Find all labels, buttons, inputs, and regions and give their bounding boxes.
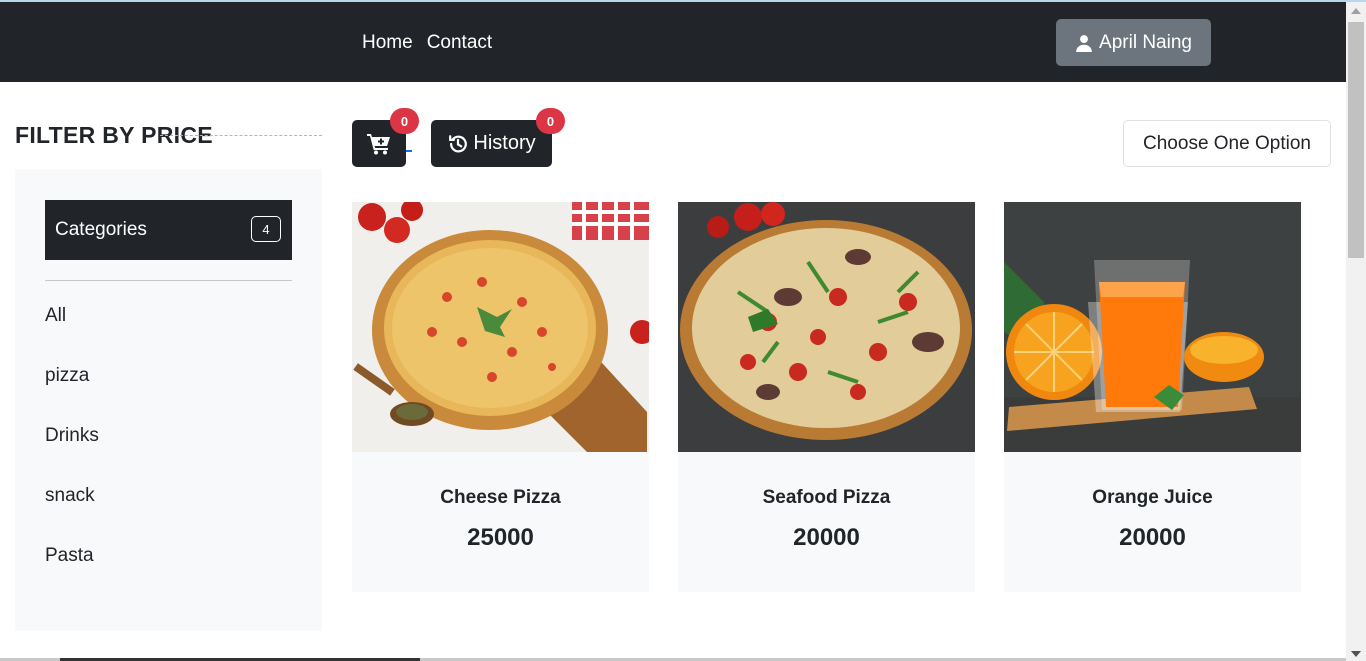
orange-juice-image (1004, 202, 1301, 452)
category-list: All pizza Drinks snack Pasta (45, 305, 99, 605)
categories-count-badge: 4 (251, 216, 281, 242)
product-card[interactable]: Cheese Pizza 25000 (352, 202, 649, 592)
cart-count-badge: 0 (390, 108, 419, 134)
product-name: Seafood Pizza (762, 487, 891, 508)
history-icon (449, 134, 468, 152)
scroll-down-arrow-icon[interactable] (1351, 651, 1361, 657)
categories-label: Categories (55, 219, 147, 240)
scroll-thumb[interactable] (1348, 22, 1364, 258)
nav-links: Home Contact (362, 32, 492, 54)
cart-link-underline (406, 150, 412, 152)
history-count-badge: 0 (536, 108, 565, 134)
category-divider (45, 280, 292, 281)
user-name: April Naing (1099, 31, 1192, 53)
product-price: 25000 (467, 524, 534, 551)
seafood-pizza-image (678, 202, 975, 452)
top-navbar: Home Contact April Naing (0, 2, 1346, 82)
category-item-drinks[interactable]: Drinks (45, 425, 99, 485)
scroll-up-arrow-icon[interactable] (1351, 8, 1361, 14)
product-price: 20000 (1119, 524, 1186, 551)
category-item-all[interactable]: All (45, 305, 99, 365)
categories-header: Categories 4 (45, 200, 292, 260)
user-icon (1076, 34, 1092, 52)
history-button[interactable]: History (431, 120, 552, 167)
category-item-pizza[interactable]: pizza (45, 365, 99, 425)
filter-title-divider (160, 135, 322, 136)
product-name: Cheese Pizza (440, 487, 561, 508)
product-card[interactable]: Seafood Pizza 20000 (678, 202, 975, 592)
cheese-pizza-image (352, 202, 649, 452)
history-label: History (473, 132, 536, 154)
cart-plus-icon (367, 133, 390, 154)
nav-link-contact[interactable]: Contact (427, 32, 492, 54)
product-card[interactable]: Orange Juice 20000 (1004, 202, 1301, 592)
product-price: 20000 (793, 524, 860, 551)
product-name: Orange Juice (1092, 487, 1213, 508)
category-item-pasta[interactable]: Pasta (45, 545, 99, 605)
nav-link-home[interactable]: Home (362, 32, 413, 54)
sort-option-select[interactable]: Choose One Option (1123, 120, 1331, 167)
page-scrollbar[interactable] (1346, 2, 1366, 661)
category-sidebar: Categories 4 All pizza Drinks snack Past… (15, 169, 322, 631)
user-account-button[interactable]: April Naing (1056, 19, 1211, 66)
category-item-snack[interactable]: snack (45, 485, 99, 545)
